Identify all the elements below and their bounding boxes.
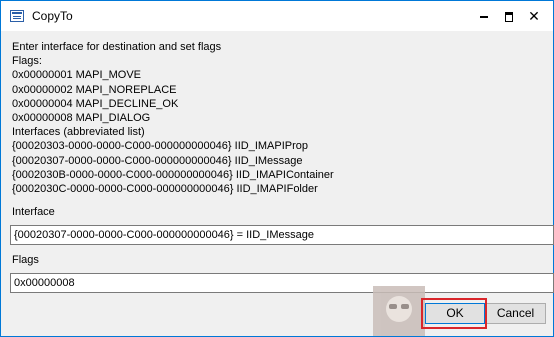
close-button[interactable]: ✕	[523, 1, 545, 31]
flags-input[interactable]	[10, 273, 554, 293]
interface-item: {0002030B-0000-0000-C000-000000000046} I…	[12, 168, 334, 181]
close-icon: ✕	[528, 8, 540, 24]
instruction-line: Enter interface for destination and set …	[12, 41, 222, 53]
watermark-image	[373, 286, 425, 336]
flag-item: 0x00000001 MAPI_MOVE	[12, 69, 142, 82]
maximize-icon	[505, 11, 513, 22]
interface-item: {0002030C-0000-0000-C000-000000000046} I…	[12, 183, 318, 196]
flag-item: 0x00000008 MAPI_DIALOG	[12, 112, 151, 125]
interfaces-heading: Interfaces (abbreviated list)	[12, 126, 145, 139]
title-bar[interactable]: CopyTo ✕	[1, 1, 553, 31]
watermark-face-icon	[386, 296, 412, 322]
cancel-button[interactable]: Cancel	[485, 303, 546, 324]
copyto-dialog: CopyTo ✕ Enter interface for destination…	[0, 0, 554, 337]
interface-item: {00020303-0000-0000-C000-000000000046} I…	[12, 140, 309, 153]
minimize-icon	[480, 15, 488, 18]
ok-button[interactable]: OK	[425, 303, 485, 324]
interface-item: {00020307-0000-0000-C000-000000000046} I…	[12, 154, 303, 167]
flags-heading: Flags:	[12, 55, 42, 68]
flag-item: 0x00000002 MAPI_NOREPLACE	[12, 83, 177, 96]
window-title: CopyTo	[32, 9, 73, 23]
flags-label: Flags	[12, 254, 39, 266]
flag-item: 0x00000004 MAPI_DECLINE_OK	[12, 97, 179, 110]
interface-input[interactable]	[10, 225, 554, 245]
interface-label: Interface	[12, 206, 55, 218]
minimize-button[interactable]	[473, 1, 495, 31]
instructions-text: Enter interface for destination and set …	[12, 40, 334, 196]
maximize-button[interactable]	[498, 1, 520, 31]
window-icon	[10, 10, 24, 22]
